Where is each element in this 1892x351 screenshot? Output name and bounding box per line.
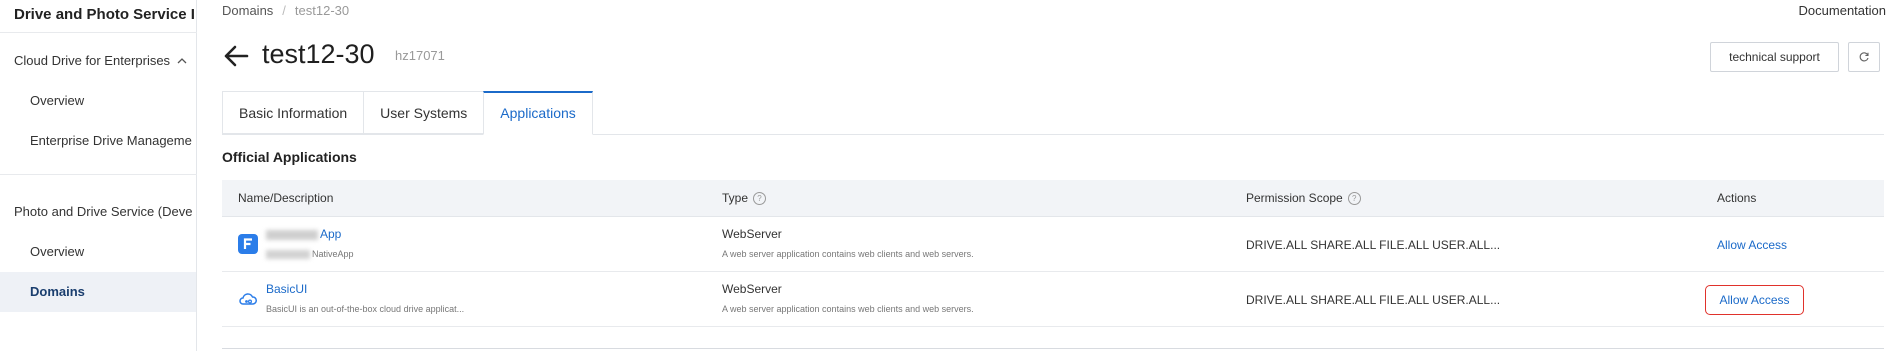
sidebar-item-label: Enterprise Drive Manageme bbox=[30, 133, 192, 148]
redacted-text bbox=[266, 250, 310, 260]
sidebar-divider bbox=[0, 32, 197, 33]
column-header-label: Name/Description bbox=[238, 191, 334, 205]
column-header-label: Type bbox=[722, 191, 749, 205]
documentation-link[interactable]: Documentation bbox=[1799, 3, 1886, 18]
table-bottom-divider bbox=[222, 348, 1884, 349]
refresh-icon bbox=[1859, 52, 1869, 62]
app-description: BasicUI is an out-of-the-box cloud drive… bbox=[266, 304, 465, 314]
arrow-left-icon[interactable] bbox=[222, 42, 250, 70]
sidebar-group-cloud-drive[interactable]: Cloud Drive for Enterprises bbox=[14, 53, 194, 68]
column-header-name: Name/Description bbox=[238, 180, 333, 216]
applications-table: Name/Description Type ? Permission Scope… bbox=[222, 180, 1884, 327]
app-description: NativeApp bbox=[312, 249, 354, 259]
refresh-button[interactable] bbox=[1848, 42, 1880, 72]
app-type-description: A web server application contains web cl… bbox=[722, 249, 974, 259]
page-subtitle: hz17071 bbox=[395, 48, 445, 63]
sidebar-title: Drive and Photo Service I bbox=[14, 6, 194, 23]
sidebar-group-photo-drive[interactable]: Photo and Drive Service (Deve bbox=[14, 204, 194, 219]
app-name-link[interactable]: BasicUI bbox=[266, 282, 307, 296]
sidebar-item-overview-enterprise[interactable]: Overview bbox=[0, 81, 196, 121]
chevron-up-icon bbox=[177, 57, 187, 63]
sidebar-item-overview-photo[interactable]: Overview bbox=[0, 232, 196, 272]
sidebar-group-label: Cloud Drive for Enterprises bbox=[14, 53, 171, 68]
section-title: Official Applications bbox=[222, 149, 357, 165]
breadcrumb-current: test12-30 bbox=[294, 3, 350, 18]
sidebar-item-label: Overview bbox=[30, 244, 85, 259]
table-row: BasicUI BasicUI is an out-of-the-box clo… bbox=[222, 272, 1884, 327]
column-header-label: Actions bbox=[1717, 191, 1757, 205]
app-name-link[interactable]: App bbox=[320, 227, 341, 241]
sidebar: Drive and Photo Service I Cloud Drive fo… bbox=[0, 0, 197, 351]
allow-access-button[interactable]: Allow Access bbox=[1705, 285, 1804, 315]
technical-support-button[interactable]: technical support bbox=[1710, 42, 1839, 72]
tab-basic-information[interactable]: Basic Information bbox=[222, 91, 364, 134]
column-header-label: Permission Scope bbox=[1246, 191, 1343, 205]
breadcrumb-link-domains[interactable]: Domains bbox=[222, 3, 273, 18]
app-type: WebServer bbox=[722, 282, 782, 296]
sidebar-item-label: Domains bbox=[30, 284, 85, 299]
sidebar-item-domains[interactable]: Domains bbox=[0, 272, 196, 312]
sidebar-group-label: Photo and Drive Service (Deve bbox=[14, 204, 193, 219]
cloud-app-icon bbox=[239, 293, 257, 305]
f-app-icon bbox=[238, 234, 258, 254]
column-header-type: Type ? bbox=[722, 180, 767, 216]
app-type: WebServer bbox=[722, 227, 782, 241]
breadcrumb-separator: / bbox=[282, 3, 286, 18]
table-header: Name/Description Type ? Permission Scope… bbox=[222, 180, 1884, 217]
redacted-text bbox=[266, 229, 318, 240]
sidebar-item-enterprise-drive-management[interactable]: Enterprise Drive Manageme bbox=[0, 121, 196, 161]
tab-applications[interactable]: Applications bbox=[483, 91, 593, 135]
page-title: test12-30 bbox=[262, 39, 375, 69]
sidebar-item-label: Overview bbox=[30, 93, 85, 108]
app-type-description: A web server application contains web cl… bbox=[722, 304, 974, 314]
table-row: App NativeApp WebServer A web server app… bbox=[222, 217, 1884, 272]
app-permission-scope: DRIVE.ALL SHARE.ALL FILE.ALL USER.ALL... bbox=[1246, 293, 1501, 307]
breadcrumb: Domains / test12-30 bbox=[222, 3, 349, 18]
help-icon[interactable]: ? bbox=[753, 191, 767, 205]
column-header-permission: Permission Scope ? bbox=[1246, 180, 1361, 216]
column-header-actions: Actions bbox=[1717, 180, 1756, 216]
help-icon[interactable]: ? bbox=[1347, 191, 1361, 205]
tab-user-systems[interactable]: User Systems bbox=[363, 91, 484, 134]
tab-bar: Basic Information User Systems Applicati… bbox=[222, 91, 593, 135]
allow-access-button[interactable]: Allow Access bbox=[1717, 238, 1787, 252]
sidebar-divider bbox=[0, 174, 197, 175]
app-permission-scope: DRIVE.ALL SHARE.ALL FILE.ALL USER.ALL... bbox=[1246, 238, 1501, 252]
